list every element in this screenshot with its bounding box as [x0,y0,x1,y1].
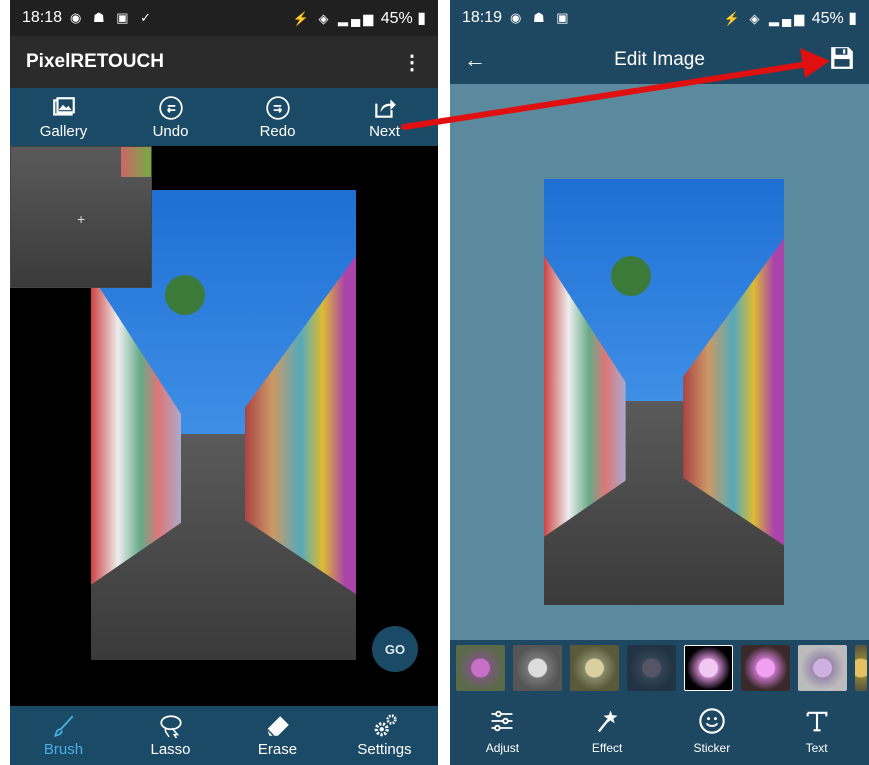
back-arrow-icon[interactable]: ← [464,47,486,73]
filter-thumbnail[interactable] [570,645,619,691]
text-icon [806,711,828,731]
status-time: 18:18 [22,9,63,26]
top-toolbar: Gallery Undo Redo Next [10,88,438,146]
undo-button[interactable]: Undo [117,88,224,146]
erase-label: Erase [257,741,298,758]
alley-photo [544,179,784,605]
filter-thumbnail[interactable] [855,645,867,691]
save-button[interactable] [829,45,855,76]
status-bar: 18:19 ◉ ☗ ▣ ⚡ ◈ ▂▄▆ 45% ▮ [450,0,869,36]
notification-icons: ◉ ☗ ▣ ✓ [70,10,156,25]
lasso-label: Lasso [150,741,191,758]
sliders-icon [491,710,513,731]
edit-toolbar: Adjust Effect Sticker Text [450,696,869,765]
filter-thumbnail[interactable] [684,645,733,691]
redo-button[interactable]: Redo [224,88,331,146]
save-icon [831,46,853,69]
brush-label: Brush [43,741,84,758]
notification-icons: ◉ ☗ ▣ [510,10,573,25]
left-phone-screen: 18:18 ◉ ☗ ▣ ✓ ⚡ ◈ ▂▄▆ 45% ▮ PixelRETOUCH… [10,0,438,765]
go-button[interactable]: GO [372,626,418,672]
filter-thumbnail[interactable] [627,645,676,691]
erase-tool[interactable]: Erase [224,706,331,765]
right-phone-screen: 18:19 ◉ ☗ ▣ ⚡ ◈ ▂▄▆ 45% ▮ ← Edit Image A… [450,0,869,765]
sticker-tool[interactable]: Sticker [660,696,765,765]
magic-wand-icon [598,710,618,732]
battery-level: ⚡ ◈ ▂▄▆ 45% ▮ [723,10,857,27]
brush-icon [53,715,73,737]
undo-label: Undo [152,122,189,140]
filter-thumbnail[interactable] [798,645,847,691]
filter-thumbnail-strip[interactable] [450,640,869,696]
filter-thumbnail[interactable] [456,645,505,691]
smiley-icon [699,707,725,734]
page-title: Edit Image [614,49,705,70]
sticker-label: Sticker [693,740,731,755]
gears-icon [374,714,397,737]
filter-thumbnail[interactable] [513,645,562,691]
edit-canvas[interactable] [450,84,869,640]
adjust-tool[interactable]: Adjust [450,696,555,765]
magnifier-preview: + [10,146,152,288]
bottom-toolbar: Brush Lasso Erase Settings [10,706,438,765]
settings-label: Settings [357,741,412,758]
retouch-canvas[interactable]: + GO [10,146,438,706]
gallery-button[interactable]: Gallery [10,88,117,146]
effect-label: Effect [591,740,623,755]
lasso-tool[interactable]: Lasso [117,706,224,765]
app-title: PixelRETOUCH [26,51,164,72]
battery-level: ⚡ ◈ ▂▄▆ 45% ▮ [292,10,426,27]
overflow-menu-icon[interactable]: ⋮ [402,50,422,75]
gallery-label: Gallery [39,122,88,140]
text-tool[interactable]: Text [764,696,869,765]
next-button[interactable]: Next [331,88,438,146]
lasso-icon [159,715,182,739]
redo-label: Redo [259,122,296,140]
filter-thumbnail[interactable] [741,645,790,691]
undo-icon [158,95,183,120]
status-bar: 18:18 ◉ ☗ ▣ ✓ ⚡ ◈ ▂▄▆ 45% ▮ [10,0,438,36]
app-bar: PixelRETOUCH ⋮ [10,36,438,88]
share-icon [374,98,396,118]
effect-tool[interactable]: Effect [555,696,660,765]
status-time: 18:19 [462,9,503,26]
next-label: Next [369,122,400,140]
adjust-label: Adjust [485,740,520,755]
redo-icon [265,95,290,120]
settings-tool[interactable]: Settings [331,706,438,765]
gallery-icon [52,96,75,116]
text-label: Text [805,740,828,755]
eraser-icon [266,716,289,737]
brush-tool[interactable]: Brush [10,706,117,765]
edit-app-bar: ← Edit Image [450,36,869,84]
